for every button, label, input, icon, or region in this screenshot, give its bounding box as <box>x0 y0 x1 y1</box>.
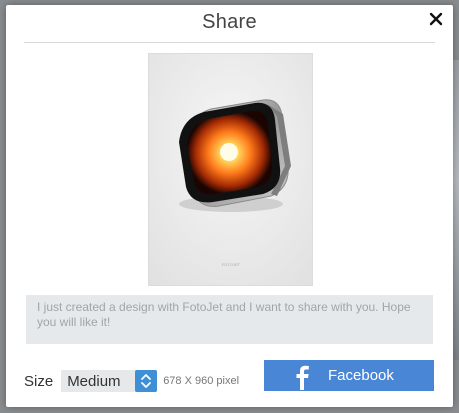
facebook-icon <box>286 360 318 391</box>
chevron-up-down-icon[interactable] <box>135 370 158 392</box>
design-preview: FOTOJET <box>148 53 313 286</box>
size-select-value: Medium <box>67 372 121 390</box>
size-label: Size <box>24 372 54 390</box>
size-select[interactable]: Medium <box>61 370 158 392</box>
share-dialog: Share FOTOJET I just created a design wi… <box>6 5 453 407</box>
design-image: FOTOJET <box>149 54 312 285</box>
title-divider <box>24 42 435 43</box>
facebook-button-label: Facebook <box>328 367 394 384</box>
close-icon[interactable] <box>429 12 443 26</box>
dialog-title: Share <box>202 11 257 33</box>
share-message-input[interactable]: I just created a design with FotoJet and… <box>26 295 433 344</box>
size-row: Size Medium 678 X 960 pixel <box>24 369 239 393</box>
preview-caption: FOTOJET <box>222 262 241 267</box>
size-dimensions: 678 X 960 pixel <box>163 375 240 387</box>
facebook-share-button[interactable]: Facebook <box>264 360 434 391</box>
